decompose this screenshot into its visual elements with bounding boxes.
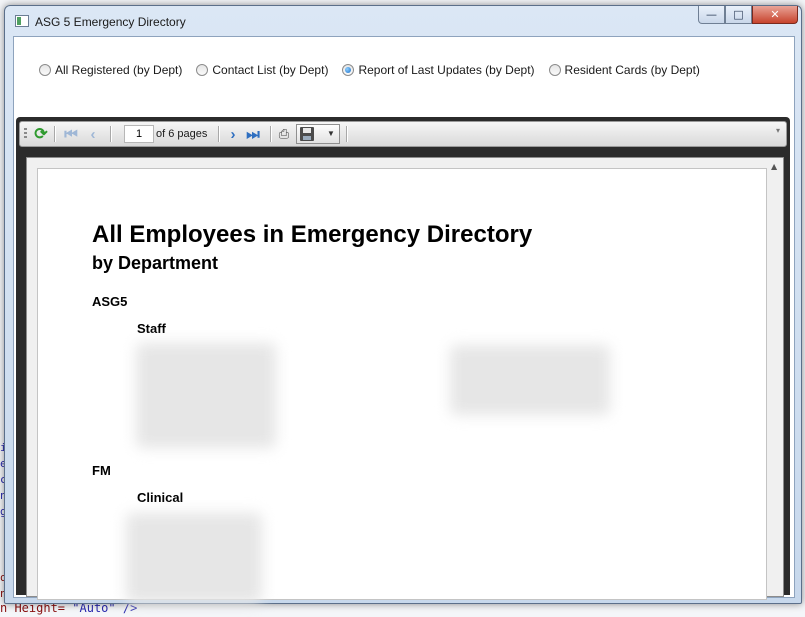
- report-viewer: ⟳ ⏮ ‹ of 6 pages › ⏭ ⎙ ▼ ▾: [16, 117, 790, 603]
- redacted-content: [450, 345, 610, 415]
- report-option-label: Resident Cards (by Dept): [564, 63, 700, 77]
- app-window: ASG 5 Emergency Directory — □ ✕ All Regi…: [4, 5, 802, 604]
- report-subtitle: by Department: [92, 253, 219, 273]
- group-heading: Clinical: [137, 490, 184, 505]
- toolbar-separator: [346, 126, 348, 142]
- report-page: All Employees in Emergency Directory by …: [37, 168, 767, 603]
- redacted-content: [136, 343, 276, 448]
- redacted-content: [126, 513, 262, 603]
- first-page-icon[interactable]: ⏮: [64, 125, 78, 143]
- radio-button-selected[interactable]: [342, 64, 355, 76]
- vertical-scrollbar[interactable]: ▲: [767, 158, 783, 596]
- minimize-button[interactable]: —: [698, 6, 725, 24]
- report-option-label: Report of Last Updates (by Dept): [358, 63, 535, 77]
- refresh-icon[interactable]: ⟳: [32, 125, 50, 143]
- toolbar-overflow-icon[interactable]: ▾: [776, 126, 784, 144]
- toolbar-separator: [270, 126, 272, 142]
- app-icon[interactable]: [15, 15, 29, 27]
- group-heading: Staff: [137, 321, 166, 336]
- radio-button[interactable]: [196, 64, 209, 76]
- close-button[interactable]: ✕: [752, 6, 798, 24]
- caption-buttons: — □ ✕: [698, 6, 798, 26]
- report-options: All Registered (by Dept) Contact List (b…: [39, 63, 714, 77]
- next-page-icon[interactable]: ›: [226, 125, 240, 143]
- page-count-label: of 6 pages: [156, 128, 208, 140]
- maximize-button[interactable]: □: [725, 6, 752, 24]
- title-bar[interactable]: ASG 5 Emergency Directory — □ ✕: [5, 6, 801, 36]
- department-heading: FM: [92, 463, 111, 478]
- export-dropdown[interactable]: ▼: [296, 124, 340, 144]
- prev-page-icon[interactable]: ‹: [86, 125, 100, 143]
- toolbar-grip[interactable]: [24, 128, 27, 140]
- report-title: All Employees in Emergency Directory: [92, 221, 533, 248]
- department-heading: ASG5: [92, 294, 128, 309]
- page-number-input[interactable]: [124, 125, 154, 143]
- save-icon[interactable]: [300, 127, 314, 141]
- last-page-icon[interactable]: ⏭: [246, 125, 260, 143]
- report-option-resident-cards[interactable]: Resident Cards (by Dept): [548, 63, 700, 77]
- report-option-contact-list[interactable]: Contact List (by Dept): [196, 63, 328, 77]
- print-icon[interactable]: ⎙: [276, 125, 292, 143]
- toolbar-separator: [110, 126, 112, 142]
- window-title: ASG 5 Emergency Directory: [35, 15, 186, 29]
- report-option-last-updates[interactable]: Report of Last Updates (by Dept): [342, 63, 535, 77]
- report-option-label: Contact List (by Dept): [212, 63, 329, 77]
- radio-button[interactable]: [39, 64, 51, 76]
- scroll-up-icon[interactable]: ▲: [771, 162, 777, 171]
- report-toolbar: ⟳ ⏮ ‹ of 6 pages › ⏭ ⎙ ▼ ▾: [19, 121, 787, 147]
- report-option-label: All Registered (by Dept): [55, 63, 183, 77]
- radio-button[interactable]: [548, 64, 561, 76]
- toolbar-separator: [54, 126, 56, 142]
- toolbar-separator: [218, 126, 220, 142]
- report-page-area[interactable]: All Employees in Emergency Directory by …: [26, 157, 784, 603]
- chevron-down-icon[interactable]: ▼: [327, 129, 335, 138]
- report-option-all-registered[interactable]: All Registered (by Dept): [39, 63, 182, 77]
- window-client-area: All Registered (by Dept) Contact List (b…: [13, 36, 795, 603]
